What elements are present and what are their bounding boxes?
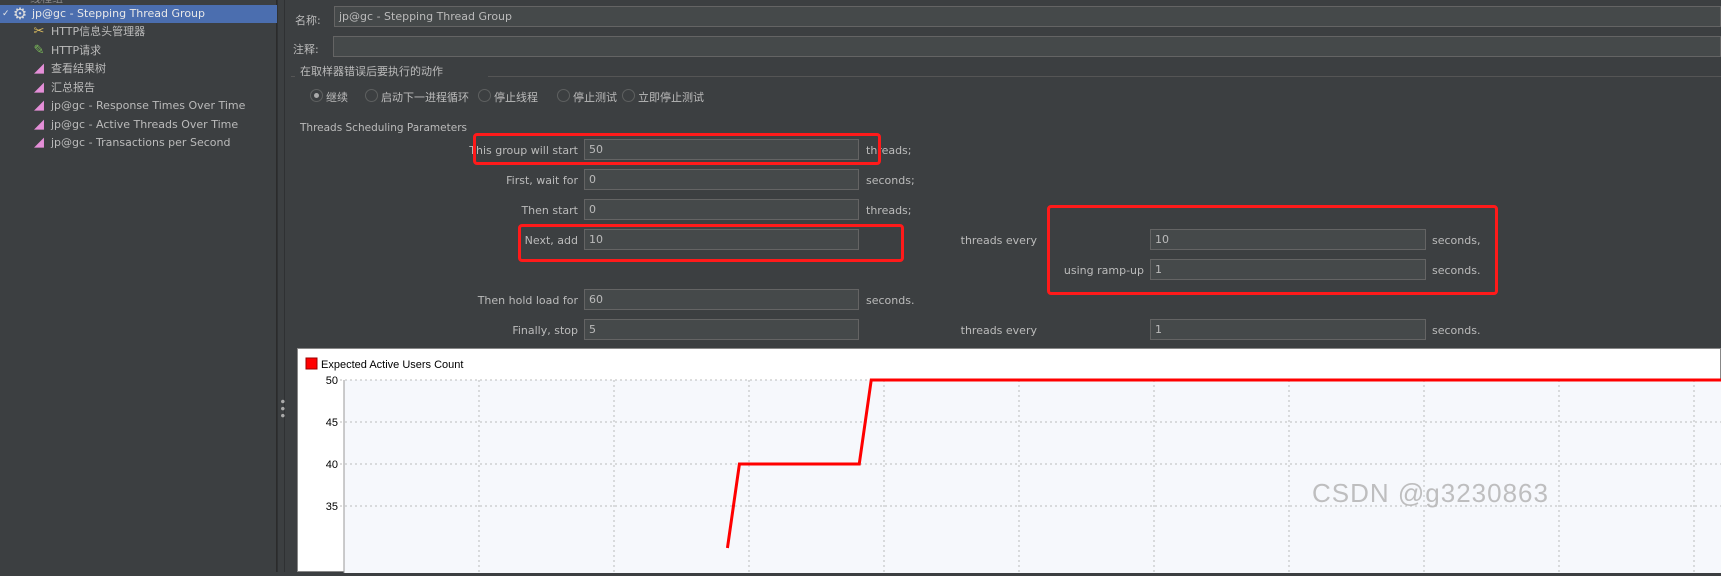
tree-item-label: HTTP信息头管理器 [51,25,146,38]
row-suffix: seconds; [866,174,915,187]
row-label: Then hold load for [477,294,578,307]
test-plan-tree: 线程组 ✓ ⚙ jp@gc - Stepping Thread Group ✂H… [0,0,277,572]
row-input[interactable]: 0 [584,169,859,190]
radio-label: 停止线程 [494,91,538,104]
graph-icon: ◢ [34,98,44,113]
radio-error-action[interactable] [622,89,635,102]
highlight-box-next-add [518,224,904,262]
highlight-box-start [473,133,881,165]
radio-label: 启动下一进程循环 [381,91,469,104]
graph-icon: ◢ [34,61,44,76]
watermark: CSDN @g3230863 [1312,478,1549,508]
splitter-handle[interactable] [277,0,285,572]
tree-item[interactable]: ◢ jp@gc - Response Times Over Time [31,97,245,115]
radio-label: 立即停止测试 [638,91,704,104]
pipette-icon: ✎ [33,42,45,58]
error-action-title: 在取样器错误后要执行的动作 [300,65,443,78]
row-input[interactable]: 60 [584,289,859,310]
radio-error-action[interactable] [365,89,378,102]
highlight-box-interval [1047,205,1498,295]
tree-item[interactable]: ✎ HTTP请求 [31,42,102,60]
comment-label: 注释: [293,43,319,56]
threads-every-label: threads every [960,234,1037,247]
radio-error-action[interactable] [478,89,491,102]
graph-icon: ◢ [34,135,44,150]
row-label: First, wait for [506,174,578,187]
tree-item-label: 查看结果树 [51,62,106,75]
chart-svg: Expected Active Users Count 35 40 45 50 [305,357,1721,573]
radio-error-action[interactable] [557,89,570,102]
radio-label: 继续 [326,91,348,104]
radio-error-action[interactable] [310,89,323,102]
tree-item-stepping-thread-group[interactable]: ✓ ⚙ jp@gc - Stepping Thread Group [0,5,277,23]
comment-input[interactable] [333,36,1721,57]
legend-swatch [305,357,318,370]
expected-users-chart: Expected Active Users Count 35 40 45 50 [297,348,1721,573]
plot-area [344,380,1721,573]
tree-item[interactable]: ◢ 查看结果树 [31,60,106,78]
wrench-screwdriver-icon: ✂ [33,24,45,39]
stop-interval-input[interactable]: 1 [1150,319,1426,340]
scheduling-title: Threads Scheduling Parameters [300,122,467,134]
tree-item[interactable]: ◢ jp@gc - Transactions per Second [31,134,230,152]
tree-item-label: jp@gc - Response Times Over Time [51,99,246,112]
legend-label: Expected Active Users Count [321,359,463,371]
y-tick-label: 40 [326,459,338,471]
tree-item-label: jp@gc - Active Threads Over Time [51,117,239,131]
tree-item[interactable]: ✂ HTTP信息头管理器 [31,23,146,41]
y-tick-label: 35 [326,501,338,513]
name-label: 名称: [295,14,321,27]
name-input[interactable]: jp@gc - Stepping Thread Group [334,6,1721,27]
y-tick-label: 45 [326,417,338,429]
tree-item[interactable]: ◢ jp@gc - Active Threads Over Time [31,116,238,134]
stop-interval-suffix: seconds. [1432,324,1481,337]
radio-label: 停止测试 [573,91,617,104]
graph-icon: ◢ [34,79,44,95]
tree-item-label: jp@gc - Transactions per Second [51,136,231,149]
tree-item-label: HTTP请求 [51,43,102,57]
splitter-grip-icon[interactable]: ••• [275,398,289,419]
tree-item[interactable]: ◢ 汇总报告 [31,79,95,97]
gear-icon: ⚙ [12,4,28,23]
row-input[interactable]: 5 [584,319,859,340]
expand-chevron-icon[interactable]: ✓ [0,5,12,23]
graph-icon: ◢ [34,116,44,132]
tree-item-label: jp@gc - Stepping Thread Group [32,7,206,20]
row-input[interactable]: 0 [584,199,859,220]
row-label: Finally, stop [512,324,578,337]
row-label: Then start [521,204,578,217]
row-suffix: threads; [866,204,912,217]
y-tick-label: 50 [326,375,338,387]
row-suffix: seconds. [866,294,915,307]
stop-threads-every-label: threads every [960,324,1037,337]
tree-item-label: 汇总报告 [51,80,95,94]
